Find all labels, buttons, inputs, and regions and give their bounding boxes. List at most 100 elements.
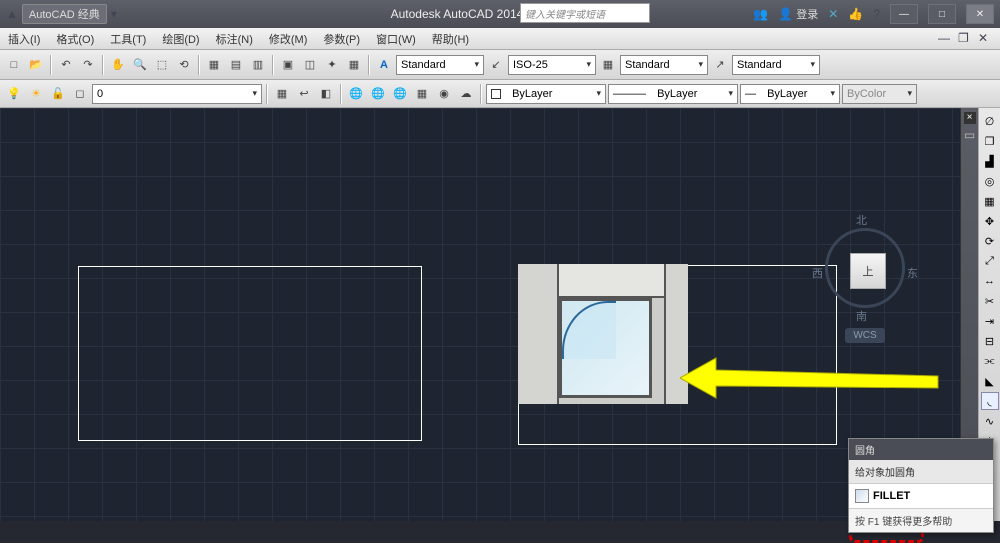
drawing-area[interactable]: 北 西 东 上 南 WCS xyxy=(0,108,960,521)
layer-prev-button[interactable]: ↩ xyxy=(294,84,314,104)
lineweight-dropdown[interactable]: — ByLayer▾ xyxy=(740,84,840,104)
layer-state-button[interactable]: ▦ xyxy=(272,84,292,104)
tool-join[interactable]: ⫘ xyxy=(981,352,999,370)
doc-close-icon[interactable]: ✕ xyxy=(978,31,994,47)
dimstyle-dropdown[interactable]: ISO-25▾ xyxy=(508,55,596,75)
new-button[interactable]: □ xyxy=(4,55,24,75)
separator xyxy=(198,55,200,75)
linetype-dropdown[interactable]: ——— ByLayer▾ xyxy=(608,84,738,104)
mleaderstyle-dropdown[interactable]: Standard▾ xyxy=(732,55,820,75)
sun-icon[interactable]: ☀ xyxy=(26,84,46,104)
menubar: 插入(I) 格式(O) 工具(T) 绘图(D) 标注(N) 修改(M) 参数(P… xyxy=(0,28,1000,50)
globe3-icon[interactable]: 🌐 xyxy=(390,84,410,104)
exchange-icon[interactable]: ✕ xyxy=(828,7,838,21)
tool-mirror[interactable]: ▟ xyxy=(981,152,999,170)
tool-chamfer[interactable]: ◣ xyxy=(981,372,999,390)
tablestyle-icon[interactable]: ▦ xyxy=(598,55,618,75)
doc-minimize-icon[interactable]: — xyxy=(938,31,954,47)
zoom-button[interactable]: 🔍 xyxy=(130,55,150,75)
maximize-button[interactable]: □ xyxy=(928,4,956,24)
properties-button[interactable]: ▦ xyxy=(204,55,224,75)
help-icon[interactable]: ? xyxy=(873,7,880,21)
workspace-label: AutoCAD 经典 xyxy=(22,4,107,24)
tool-trim[interactable]: ✂ xyxy=(981,292,999,310)
palette-close-icon[interactable]: × xyxy=(964,112,976,124)
menu-dimension[interactable]: 标注(N) xyxy=(208,31,261,47)
sign-in-button[interactable]: 👤 登录 xyxy=(778,6,818,22)
separator xyxy=(50,55,52,75)
sphere-icon[interactable]: ◉ xyxy=(434,84,454,104)
tool-rotate[interactable]: ⟳ xyxy=(981,232,999,250)
mleaderstyle-icon[interactable]: ↗ xyxy=(710,55,730,75)
globe-icon[interactable]: 🌐 xyxy=(346,84,366,104)
chevron-down-icon: ▾ xyxy=(111,7,117,21)
textstyle-icon[interactable]: A xyxy=(374,55,394,75)
xref-button[interactable]: ◫ xyxy=(300,55,320,75)
menu-window[interactable]: 窗口(W) xyxy=(368,31,424,47)
viewcube-top-face[interactable]: 上 xyxy=(850,253,886,289)
plotstyle-dropdown[interactable]: ByColor▾ xyxy=(842,84,917,104)
workspace-switcher[interactable]: ▲ AutoCAD 经典 ▾ xyxy=(0,4,123,24)
menu-draw[interactable]: 绘图(D) xyxy=(154,31,207,47)
tooltip-help-hint: 按 F1 键获得更多帮助 xyxy=(849,508,993,532)
layers-toolbar: 💡 ☀ 🔓 ◻ 0▾ ▦ ↩ ◧ 🌐 🌐 🌐 ▦ ◉ ☁ ByLayer▾ ——… xyxy=(0,80,1000,108)
cloud-icon[interactable]: ☁ xyxy=(456,84,476,104)
tool-erase[interactable]: ∅ xyxy=(981,112,999,130)
fillet-tooltip: 圆角 给对象加圆角 FILLET 按 F1 键获得更多帮助 xyxy=(848,438,994,533)
layer-dropdown[interactable]: 0▾ xyxy=(92,84,262,104)
separator xyxy=(102,55,104,75)
autocad-icon: ▲ xyxy=(6,7,18,21)
minimize-button[interactable]: — xyxy=(890,4,918,24)
titlebar: ▲ AutoCAD 经典 ▾ Autodesk AutoCAD 2014 Dra… xyxy=(0,0,1000,28)
tool-break[interactable]: ⊟ xyxy=(981,332,999,350)
tablestyle-dropdown[interactable]: Standard▾ xyxy=(620,55,708,75)
tool-palettes-button[interactable]: ▥ xyxy=(248,55,268,75)
infocenter-icon[interactable]: 👥 xyxy=(753,7,768,21)
undo-button[interactable]: ↶ xyxy=(56,55,76,75)
calc-button[interactable]: ▦ xyxy=(344,55,364,75)
menu-help[interactable]: 帮助(H) xyxy=(424,31,477,47)
textstyle-dropdown[interactable]: Standard▾ xyxy=(396,55,484,75)
tool-stretch[interactable]: ↔ xyxy=(981,272,999,290)
dimstyle-icon[interactable]: ↙ xyxy=(486,55,506,75)
block-button[interactable]: ▣ xyxy=(278,55,298,75)
thumbs-up-icon[interactable]: 👍 xyxy=(848,7,863,21)
color-dropdown[interactable]: ByLayer▾ xyxy=(486,84,606,104)
tool-array[interactable]: ▦ xyxy=(981,192,999,210)
palette-handle-icon[interactable]: ▭ xyxy=(964,128,975,142)
tool-copy[interactable]: ❐ xyxy=(981,132,999,150)
help-search[interactable]: 键入关键字或短语 xyxy=(520,3,650,23)
user-icon: 👤 xyxy=(778,7,793,21)
tooltip-description: 给对象加圆角 xyxy=(849,460,993,483)
doc-restore-icon[interactable]: ❐ xyxy=(958,31,974,47)
clean-button[interactable]: ✦ xyxy=(322,55,342,75)
zoom-window-button[interactable]: ⬚ xyxy=(152,55,172,75)
pan-button[interactable]: ✋ xyxy=(108,55,128,75)
close-button[interactable]: ✕ xyxy=(966,4,994,24)
tool-offset[interactable]: ◎ xyxy=(981,172,999,190)
wcs-indicator[interactable]: WCS xyxy=(845,328,884,343)
fillet-tooltip-icon xyxy=(855,489,869,503)
search-placeholder: 键入关键字或短语 xyxy=(525,6,605,21)
tool-extend[interactable]: ⇥ xyxy=(981,312,999,330)
lock-icon[interactable]: 🔓 xyxy=(48,84,68,104)
sheet-button[interactable]: ▤ xyxy=(226,55,246,75)
menu-parametric[interactable]: 参数(P) xyxy=(315,31,368,47)
layer-color-icon[interactable]: ◻ xyxy=(70,84,90,104)
redo-button[interactable]: ↷ xyxy=(78,55,98,75)
open-button[interactable]: 📂 xyxy=(26,55,46,75)
viewcube[interactable]: 北 西 东 上 南 WCS xyxy=(820,228,910,343)
globe2-icon[interactable]: 🌐 xyxy=(368,84,388,104)
menu-format[interactable]: 格式(O) xyxy=(48,31,102,47)
tool-scale[interactable]: ⤢ xyxy=(981,252,999,270)
zoom-prev-button[interactable]: ⟲ xyxy=(174,55,194,75)
layer-iso-button[interactable]: ◧ xyxy=(316,84,336,104)
tool-fillet[interactable]: ◟ xyxy=(981,392,999,410)
lightbulb-icon[interactable]: 💡 xyxy=(4,84,24,104)
tool-blend[interactable]: ∿ xyxy=(981,412,999,430)
tool-move[interactable]: ✥ xyxy=(981,212,999,230)
map-icon[interactable]: ▦ xyxy=(412,84,432,104)
menu-tools[interactable]: 工具(T) xyxy=(102,31,154,47)
menu-modify[interactable]: 修改(M) xyxy=(261,31,316,47)
menu-insert[interactable]: 插入(I) xyxy=(0,31,48,47)
